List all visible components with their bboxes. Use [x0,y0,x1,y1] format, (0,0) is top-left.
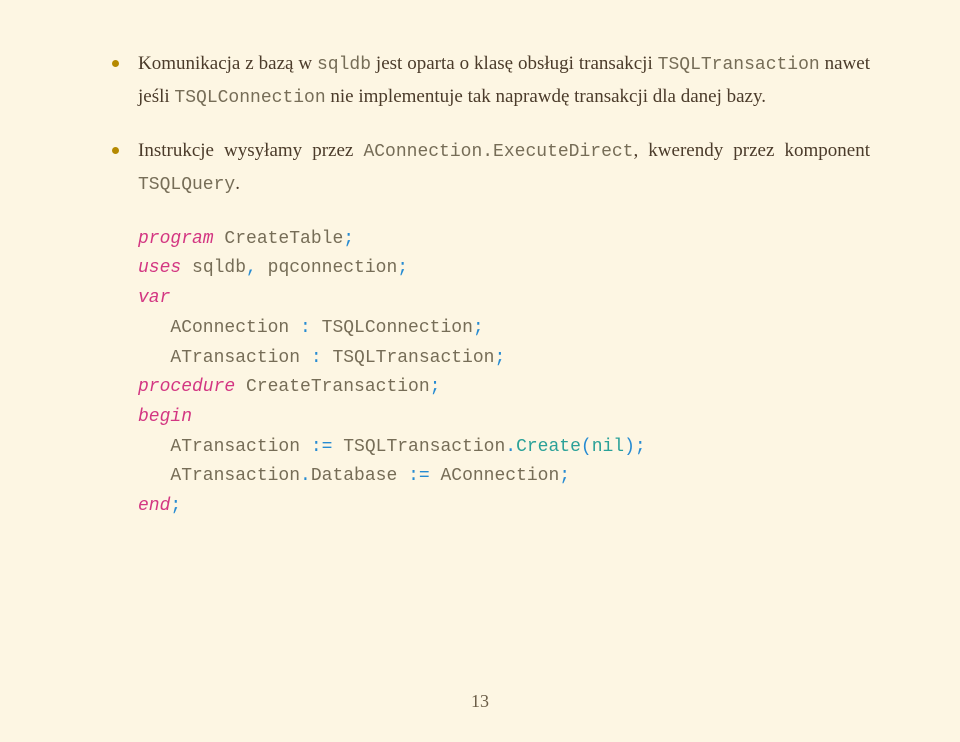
kw-begin: begin [138,407,192,427]
code-block: program CreateTable; uses sqldb, pqconne… [138,225,870,522]
ident: sqldb [181,258,246,278]
punct: ; [494,348,505,368]
text-run: jest oparta o klasę obsługi transakcji [371,53,658,74]
text-run: . [235,173,240,194]
ident: ATransaction [138,348,311,368]
ident: AConnection [138,318,300,338]
punct: , [246,258,268,278]
kw-nil: nil [592,437,624,457]
punct: ( [581,437,592,457]
op-assign: := [408,466,440,486]
prop: Database [311,466,408,486]
punct: ; [397,258,408,278]
code-inline: sqldb [317,55,371,75]
text-run: , kwerendy przez komponent [633,140,870,161]
punct: ; [343,229,354,249]
punct: ; [430,377,441,397]
bullet-list: Komunikacja z bazą w sqldb jest oparta o… [110,48,870,201]
punct: ) [624,437,635,457]
ident: AConnection [440,466,559,486]
ident: ATransaction [138,437,311,457]
code-inline: TSQLQuery [138,175,235,195]
punct: ; [559,466,570,486]
kw-var: var [138,288,170,308]
kw-end: end [138,496,170,516]
punct: ; [473,318,484,338]
bullet-item-2: Instrukcje wysyłamy przez AConnection.Ex… [110,135,870,200]
kw-uses: uses [138,258,181,278]
punct: : [311,348,333,368]
type: TSQLTransaction [332,348,494,368]
call: Create [516,437,581,457]
type: TSQLTransaction [343,437,505,457]
kw-program: program [138,229,214,249]
punct: . [300,466,311,486]
bullet-item-1: Komunikacja z bazą w sqldb jest oparta o… [110,48,870,113]
punct: ; [170,496,181,516]
ident: pqconnection [268,258,398,278]
punct: ; [635,437,646,457]
ident: CreateTransaction [235,377,429,397]
type: TSQLConnection [322,318,473,338]
text-run: nie implementuje tak naprawdę transakcji… [326,86,766,107]
ident: ATransaction [138,466,300,486]
document-page: Komunikacja z bazą w sqldb jest oparta o… [0,0,960,552]
code-inline: TSQLConnection [174,88,325,108]
code-inline: TSQLTransaction [658,55,820,75]
punct: : [300,318,322,338]
punct: . [505,437,516,457]
text-run: Komunikacja z bazą w [138,53,317,74]
kw-procedure: procedure [138,377,235,397]
code-inline: AConnection.ExecuteDirect [363,142,633,162]
op-assign: := [311,437,343,457]
page-number: 13 [0,691,960,712]
ident: CreateTable [214,229,344,249]
text-run: Instrukcje wysyłamy przez [138,140,363,161]
